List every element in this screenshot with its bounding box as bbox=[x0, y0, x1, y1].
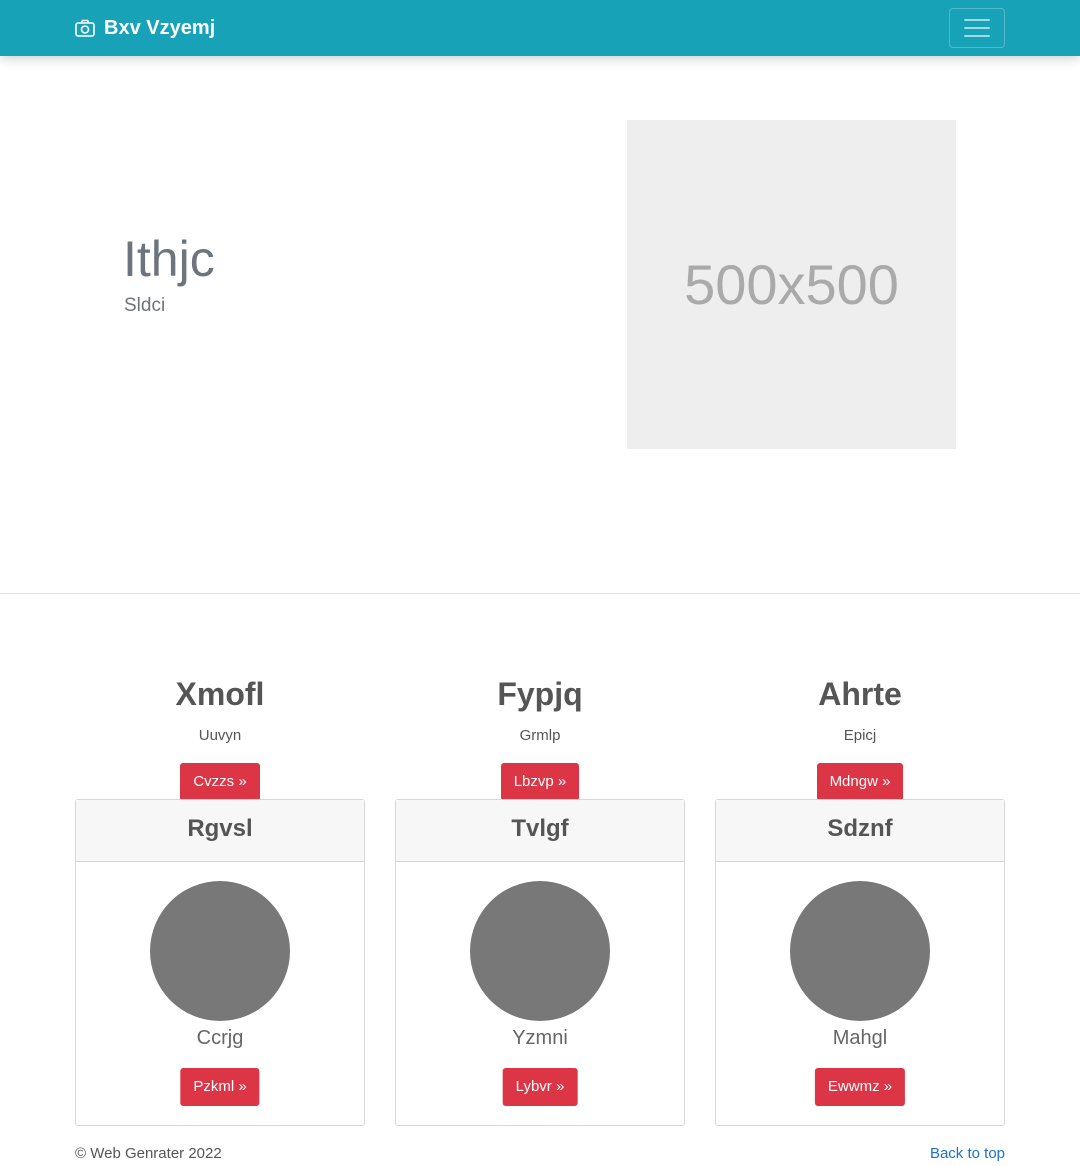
brand-link[interactable]: Bxv Vzyemj bbox=[75, 15, 215, 41]
profile-card: Tvlgf Yzmni Lybvr » bbox=[395, 799, 685, 1126]
card-header: Tvlgf bbox=[396, 800, 684, 862]
feature-text: Epicj bbox=[843, 727, 877, 744]
placeholder-label: 500x500 bbox=[684, 253, 899, 316]
navbar: Bxv Vzyemj bbox=[0, 0, 1080, 56]
hero-image-placeholder: 500x500 bbox=[627, 120, 956, 449]
hamburger-menu-icon bbox=[964, 19, 990, 21]
card-name: Yzmni bbox=[512, 1027, 568, 1049]
card-button[interactable]: Pzkml » bbox=[180, 1068, 260, 1106]
card-name: Ccrjg bbox=[196, 1027, 244, 1049]
avatar bbox=[790, 881, 930, 1021]
footer-copyright: © Web Genrater 2022 bbox=[75, 1145, 222, 1162]
section-divider bbox=[0, 593, 1080, 594]
card-header: Sdznf bbox=[716, 800, 1004, 862]
feature-column: Xmofl Uuvyn Cvzzs » bbox=[75, 672, 365, 801]
back-to-top-link[interactable]: Back to top bbox=[930, 1144, 1005, 1164]
feature-text: Grmlp bbox=[519, 727, 561, 744]
feature-title: Xmofl bbox=[175, 676, 265, 712]
profile-card: Rgvsl Ccrjg Pzkml » bbox=[75, 799, 365, 1126]
avatar bbox=[150, 881, 290, 1021]
brand-name: Bxv Vzyemj bbox=[104, 17, 216, 39]
hamburger-menu-icon bbox=[964, 27, 990, 29]
feature-title: Fypjq bbox=[497, 676, 583, 712]
camera-icon bbox=[75, 19, 95, 37]
feature-button[interactable]: Mdngw » bbox=[816, 763, 904, 801]
hero-subtitle: Sldci bbox=[124, 295, 166, 316]
feature-text: Uuvyn bbox=[198, 727, 242, 744]
feature-column: Fypjq Grmlp Lbzvp » bbox=[395, 672, 685, 801]
hamburger-menu-icon bbox=[964, 35, 990, 37]
feature-title: Ahrte bbox=[818, 676, 902, 712]
card-button[interactable]: Lybvr » bbox=[502, 1068, 578, 1106]
feature-button[interactable]: Lbzvp » bbox=[500, 763, 580, 801]
hero-title: Ithjc bbox=[123, 231, 215, 287]
avatar bbox=[470, 881, 610, 1021]
feature-button[interactable]: Cvzzs » bbox=[180, 763, 260, 801]
feature-column: Ahrte Epicj Mdngw » bbox=[715, 672, 1005, 801]
profile-card: Sdznf Mahgl Ewwmz » bbox=[715, 799, 1005, 1126]
navbar-toggler-button[interactable] bbox=[949, 8, 1005, 48]
card-header: Rgvsl bbox=[76, 800, 364, 862]
card-button[interactable]: Ewwmz » bbox=[814, 1068, 906, 1106]
card-name: Mahgl bbox=[832, 1027, 888, 1049]
